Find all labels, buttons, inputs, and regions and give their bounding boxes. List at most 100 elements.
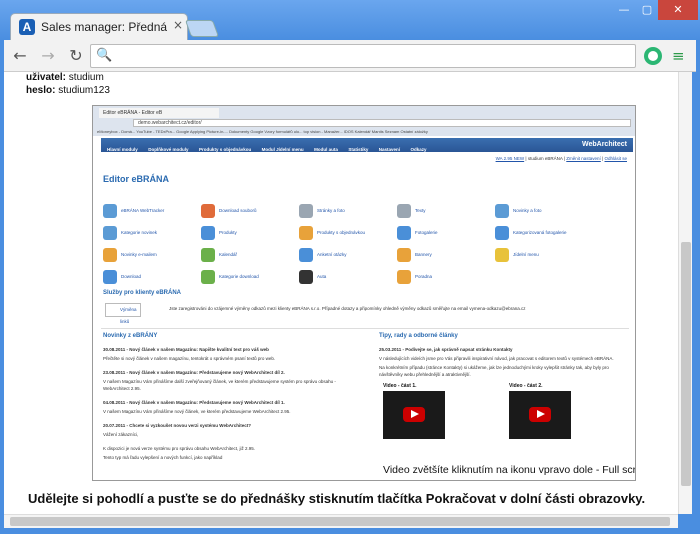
module-label: Fotogalerie [415,230,438,235]
screenshot-news-line: 04.08.2011 - Nový článek v našem Magazín… [103,400,285,405]
module-label: Produkty [219,230,237,235]
screenshot-tips-column: 25.03.2011 - Podívejte se, jak správně n… [379,346,629,380]
screenshot-news-line: Vážení zákazníci, [103,432,139,437]
screenshot-module-item: eBRÁNA WebTracker [103,202,198,222]
module-label: Download souborů [219,208,257,213]
maximize-button[interactable]: ▢ [636,0,658,20]
screenshot-tips-title: Tipy, rady a odborné články [379,333,458,339]
horizontal-scrollbar[interactable] [4,514,678,528]
screenshot-module-item: Kategorizovaná fotogalerie [495,224,590,244]
menu-icon[interactable]: ≡ [672,47,685,65]
tab-title: Sales manager: Přednáška [41,20,167,34]
password-value: studium123 [55,85,110,96]
vertical-scrollbar[interactable] [678,72,692,514]
forward-button[interactable]: → [38,46,58,66]
user-line: uživatel: studium [26,72,104,83]
screenshot-editor-title: Editor eBRÁNA [103,174,170,184]
module-icon [299,248,313,262]
module-label: Download [121,274,142,279]
close-window-button[interactable]: ✕ [658,0,698,20]
module-label: Kategorie download [219,274,259,279]
screenshot-module-item: Kalendář [201,246,296,266]
module-label: eBRÁNA WebTracker [121,208,165,213]
module-icon [397,204,411,218]
reload-button[interactable]: ↻ [66,46,86,66]
screenshot-module-item: Download [103,268,198,288]
horizontal-scroll-thumb[interactable] [10,517,670,526]
screenshot-news-line: Tento typ má řadu vylepšení a nových fun… [103,455,223,460]
module-label: Bannery [415,252,432,257]
screenshot-news-line: 30.08.2011 - Nový článek v našem Magazín… [103,347,269,352]
user-value: studium [66,72,104,83]
screenshot-module-item: Produkty s objednávkou [299,224,394,244]
screenshot-url: demo.webarchitect.cz/editor/ [133,119,631,127]
screenshot-video2-label: Video - část 2. [509,383,543,389]
module-label: Jídelní menu [513,252,539,257]
screenshot-news-line: V našem Magazínu Vám přinášíme nový člán… [103,409,291,414]
screenshot-module-item: Jídelní menu [495,246,590,266]
screenshot-tips-line: V následujících videích jsme pro Vás při… [379,356,614,361]
minimize-button[interactable]: — [612,0,636,20]
module-icon [299,226,313,240]
screenshot-module-item: Download souborů [201,202,296,222]
module-icon [397,226,411,240]
screenshot-separator [101,328,629,329]
module-label: Kalendář [219,252,238,257]
screenshot-services-button: Výměna linků [105,303,141,324]
module-icon [495,226,509,240]
module-icon [201,204,215,218]
module-icon [495,204,509,218]
screenshot-module-item: Anketní otázky [299,246,394,266]
screenshot-news-title: Novinky z eBRÁNY [103,333,158,339]
module-icon [201,270,215,284]
module-icon [201,248,215,262]
new-tab-button[interactable] [184,20,220,37]
module-icon [495,248,509,262]
screenshot-module-item: Produkty [201,224,296,244]
module-icon [103,204,117,218]
screenshot-services-text: Jste zaregistrováni do vzájemné výměny o… [169,306,526,311]
module-label: Texty [415,208,426,213]
address-bar[interactable]: 🔍 [90,44,636,68]
tab-close-icon[interactable]: × [173,18,183,32]
favicon-icon: A [19,19,35,35]
module-icon [201,226,215,240]
screenshot-video1 [383,391,445,439]
module-label: Novinky e-mailem [121,252,157,257]
screenshot-module-item: Stránky a foto [299,202,394,222]
module-icon [299,270,313,284]
screenshot-module-item: Novinky e-mailem [103,246,198,266]
screenshot-version: WA 2.95 NEW [495,156,525,161]
screenshot-news-column: 30.08.2011 - Nový článek v našem Magazín… [103,346,353,468]
module-icon [103,248,117,262]
screenshot-nav: Hlavní moduly Doplňkové moduly Produkty … [101,138,633,152]
screenshot-user: | studium eBRÁNA | [524,156,567,161]
module-label: Stránky a foto [317,208,345,213]
screenshot-module-item: Kategorie download [201,268,296,288]
browser-toolbar: ← → ↻ 🔍 ≡ [4,40,696,72]
module-label: Produkty s objednávkou [317,230,366,235]
module-icon [299,204,313,218]
module-label: Anketní otázky [317,252,347,257]
screenshot-topbar: WA 2.95 NEW | studium eBRÁNA | Změnit na… [101,154,633,164]
extension-icon[interactable] [644,47,662,65]
back-button[interactable]: ← [10,46,30,66]
module-label: Kategorizovaná fotogalerie [513,230,567,235]
screenshot-module-item: Auta [299,268,394,288]
module-icon [103,226,117,240]
lecture-screenshot: Editor eBRÁNA - Editor eB demo.webarchit… [92,105,636,481]
page-viewport: uživatel: studium heslo: studium123 Edit… [4,72,678,514]
browser-tab[interactable]: A Sales manager: Přednáška × [10,13,188,40]
vertical-scroll-thumb[interactable] [681,242,691,486]
screenshot-tab: Editor eBRÁNA - Editor eB [99,108,219,118]
screenshot-module-item: Texty [397,202,492,222]
screenshot-bookmarks: eMoneybox - Domá... YouTube - TEDxPra...… [97,129,428,134]
screenshot-tips-line: Na konkrétním případu (stránce Kontakty)… [379,365,609,377]
screenshot-module-item: Bannery [397,246,492,266]
screenshot-module-item: Poradna [397,268,492,288]
screenshot-news-line: 20.07.2011 - Chcete si vyzkoušet novou v… [103,423,251,428]
screenshot-browser-chrome: Editor eBRÁNA - Editor eB demo.webarchit… [93,106,635,136]
video-caption: Video zvětšíte kliknutím na ikonu vpravo… [383,464,636,476]
screenshot-logo: WebArchitect [582,141,627,148]
screenshot-video1-label: Video - část 1. [383,383,417,389]
